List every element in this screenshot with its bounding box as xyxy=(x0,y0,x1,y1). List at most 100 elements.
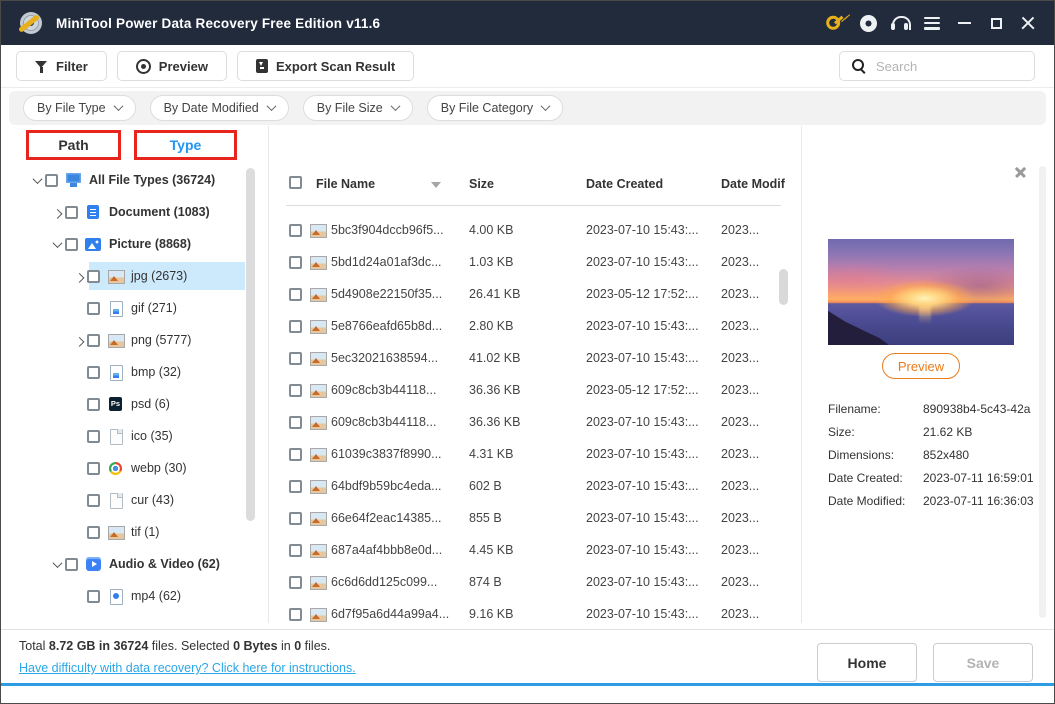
chevron-down-icon[interactable] xyxy=(49,237,65,248)
filter-dropdown-by-file-category[interactable]: By File Category xyxy=(426,95,564,121)
chevron-down-icon xyxy=(390,100,401,111)
checkbox[interactable] xyxy=(87,525,100,539)
filter-dropdown-by-file-size[interactable]: By File Size xyxy=(302,95,413,121)
cell-date-created: 2023-07-10 15:43:... xyxy=(586,319,699,333)
checkbox[interactable] xyxy=(65,237,78,251)
checkbox[interactable] xyxy=(87,397,100,411)
key-icon[interactable] xyxy=(820,7,852,39)
checkbox[interactable] xyxy=(87,493,100,507)
checkbox[interactable] xyxy=(45,173,58,187)
summary-segment: 0 Bytes xyxy=(233,639,278,653)
row-checkbox[interactable] xyxy=(289,575,302,589)
filter-dropdown-label: By File Size xyxy=(316,101,383,115)
checkbox[interactable] xyxy=(87,269,100,283)
headset-icon[interactable] xyxy=(884,7,916,39)
column-date-modified[interactable]: Date Modif xyxy=(721,177,785,191)
tree-item-audio-video-62[interactable]: Audio & Video (62) xyxy=(1,548,259,580)
tree-item-mp4-62[interactable]: mp4 (62) xyxy=(1,580,259,612)
row-checkbox[interactable] xyxy=(289,319,302,333)
tree-item-png-5777[interactable]: png (5777) xyxy=(1,324,259,356)
checkbox[interactable] xyxy=(87,365,100,379)
export-scan-result-button[interactable]: Export Scan Result xyxy=(236,51,415,81)
chevron-right-icon[interactable] xyxy=(71,272,87,283)
chevron-right-icon[interactable] xyxy=(49,208,65,219)
row-checkbox[interactable] xyxy=(289,415,302,429)
table-row[interactable]: 5d4908e22150f35... 26.41 KB 2023-05-12 17:… xyxy=(269,278,801,310)
tab-path[interactable]: Path xyxy=(26,130,121,160)
filter-dropdown-by-file-type[interactable]: By File Type xyxy=(23,95,136,121)
table-row[interactable]: 66e64f2eac14385... 855 B 2023-07-10 15:43:… xyxy=(269,502,801,534)
tree-scrollbar[interactable] xyxy=(246,168,255,521)
maximize-button[interactable] xyxy=(980,7,1012,39)
filter-button[interactable]: Filter xyxy=(16,51,107,81)
close-button[interactable] xyxy=(1012,7,1044,39)
column-file-name[interactable]: File Name xyxy=(316,177,375,191)
tree-item-picture-8868[interactable]: Picture (8868) xyxy=(1,228,259,260)
table-row[interactable]: 5ec32021638594... 41.02 KB 2023-07-10 15:4… xyxy=(269,342,801,374)
checkbox[interactable] xyxy=(87,333,100,347)
row-checkbox[interactable] xyxy=(289,447,302,461)
tree-item-ico-35[interactable]: ico (35) xyxy=(1,420,259,452)
tree-item-jpg-2673[interactable]: jpg (2673) xyxy=(1,260,259,292)
tree-item-document-1083[interactable]: Document (1083) xyxy=(1,196,259,228)
table-row[interactable]: 609c8cb3b44118... 36.36 KB 2023-07-10 15:4… xyxy=(269,406,801,438)
save-button[interactable]: Save xyxy=(933,643,1033,682)
tree-item-label: gif (271) xyxy=(131,301,177,315)
tab-type[interactable]: Type xyxy=(134,130,237,160)
table-row[interactable]: 687a4af4bbb8e0d... 4.45 KB 2023-07-10 15:4… xyxy=(269,534,801,566)
search-input[interactable] xyxy=(876,58,1016,74)
home-button[interactable]: Home xyxy=(817,643,917,682)
row-checkbox[interactable] xyxy=(289,607,302,621)
table-row[interactable]: 61039c3837f8990... 4.31 KB 2023-07-10 15:4… xyxy=(269,438,801,470)
table-row[interactable]: 6d7f95a6d44a99a4... 9.16 KB 2023-07-10 15:… xyxy=(269,598,801,626)
row-checkbox[interactable] xyxy=(289,543,302,557)
checkbox[interactable] xyxy=(87,589,100,603)
tree-item-bmp-32[interactable]: bmp (32) xyxy=(1,356,259,388)
row-checkbox[interactable] xyxy=(289,383,302,397)
row-checkbox[interactable] xyxy=(289,223,302,237)
detail-label: Filename: xyxy=(828,401,881,416)
select-all-checkbox[interactable] xyxy=(289,176,302,189)
filter-dropdown-by-date-modified[interactable]: By Date Modified xyxy=(149,95,289,121)
help-link[interactable]: Have difficulty with data recovery? Clic… xyxy=(19,661,356,675)
chevron-down-icon[interactable] xyxy=(49,557,65,568)
table-header: File Name Size Date Created Date Modif xyxy=(269,166,785,202)
table-row[interactable]: 5e8766eafd65b8d... 2.80 KB 2023-07-10 15:4… xyxy=(269,310,801,342)
close-preview-icon[interactable] xyxy=(1013,164,1029,180)
checkbox[interactable] xyxy=(87,301,100,315)
row-checkbox[interactable] xyxy=(289,287,302,301)
chevron-down-icon[interactable] xyxy=(29,173,45,184)
checkbox[interactable] xyxy=(87,429,100,443)
sort-descending-icon[interactable] xyxy=(431,182,441,188)
table-row[interactable]: 6c6d6dd125c099... 874 B 2023-07-10 15:43:.… xyxy=(269,566,801,598)
table-scrollbar[interactable] xyxy=(779,269,788,305)
table-row[interactable]: 5bd1d24a01af3dc... 1.03 KB 2023-07-10 15:4… xyxy=(269,246,801,278)
row-checkbox[interactable] xyxy=(289,351,302,365)
checkbox[interactable] xyxy=(65,205,78,219)
table-row[interactable]: 609c8cb3b44118... 36.36 KB 2023-05-12 17:5… xyxy=(269,374,801,406)
preview-image-button[interactable]: Preview xyxy=(882,353,960,379)
row-checkbox[interactable] xyxy=(289,511,302,525)
minimize-button[interactable] xyxy=(948,7,980,39)
tree-item-cur-43[interactable]: cur (43) xyxy=(1,484,259,516)
row-checkbox[interactable] xyxy=(289,255,302,269)
checkbox[interactable] xyxy=(87,461,100,475)
preview-button[interactable]: Preview xyxy=(116,51,227,81)
tree-item-webp-30[interactable]: webp (30) xyxy=(1,452,259,484)
cell-date-modified: 2023... xyxy=(721,255,760,269)
tree-item-psd-6[interactable]: psd (6) xyxy=(1,388,259,420)
column-size[interactable]: Size xyxy=(469,177,494,191)
disc-icon[interactable] xyxy=(852,7,884,39)
table-row[interactable]: 5bc3f904dccb96f5... 4.00 KB 2023-07-10 15:… xyxy=(269,214,801,246)
checkbox[interactable] xyxy=(65,557,78,571)
tree-item-gif-271[interactable]: gif (271) xyxy=(1,292,259,324)
cell-file-name: 61039c3837f8990... xyxy=(331,447,442,461)
chevron-right-icon[interactable] xyxy=(71,336,87,347)
tree-item-tif-1[interactable]: tif (1) xyxy=(1,516,259,548)
row-checkbox[interactable] xyxy=(289,479,302,493)
tree-item-all-file-types-36724[interactable]: All File Types (36724) xyxy=(1,164,259,196)
menu-icon[interactable] xyxy=(916,7,948,39)
preview-scrollbar-track[interactable] xyxy=(1039,166,1046,618)
table-row[interactable]: 64bdf9b59bc4eda... 602 B 2023-07-10 15:43:… xyxy=(269,470,801,502)
column-date-created[interactable]: Date Created xyxy=(586,177,663,191)
